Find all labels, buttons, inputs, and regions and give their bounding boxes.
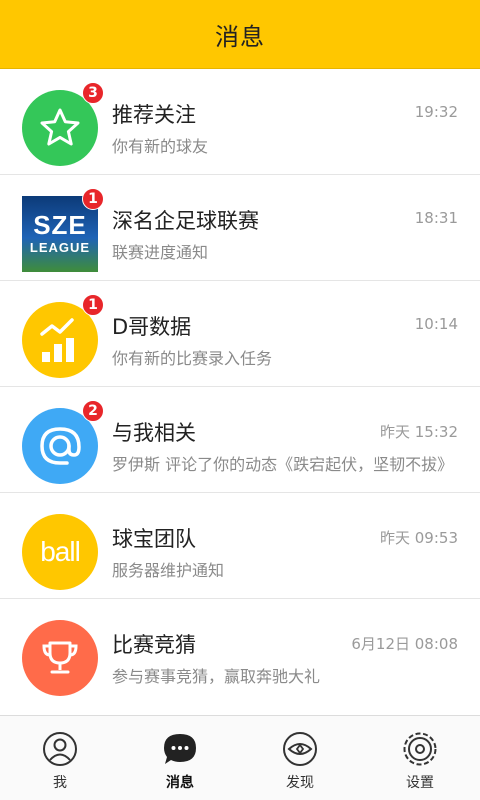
unread-badge: 3 [82,82,104,104]
tab-label: 我 [53,775,67,791]
conversation-item-mentions[interactable]: 2 与我相关 昨天 15:32 罗伊斯 评论了你的动态《跌宕起伏，坚韧不拔》 [0,387,480,493]
unread-badge: 1 [82,188,104,210]
star-icon [40,108,80,146]
ball-logo-icon: ball [40,536,81,567]
conversation-preview: 罗伊斯 评论了你的动态《跌宕起伏，坚韧不拔》 [112,455,454,474]
profile-icon [41,730,79,768]
conversation-time: 18:31 [414,209,458,227]
conversation-preview: 参与赛事竞猜，赢取奔驰大礼 [112,667,321,686]
page-title: 消息 [215,22,265,51]
conversation-time: 6月12日 08:08 [351,635,458,653]
tab-discover[interactable]: 发现 [240,716,360,800]
chat-icon [161,730,199,768]
avatar [22,620,98,696]
avatar: 1 [22,294,104,378]
unread-badge: 2 [82,400,104,422]
conversation-item-recommend[interactable]: 3 推荐关注 19:32 你有新的球友 [0,69,480,175]
conversation-item-guess[interactable]: 比赛竞猜 6月12日 08:08 参与赛事竞猜，赢取奔驰大礼 [0,599,480,704]
conversation-time: 19:32 [414,103,458,121]
avatar: SZE LEAGUE 1 [22,188,104,272]
at-icon [40,427,81,465]
conversation-time: 10:14 [414,315,458,333]
conversation-time: 昨天 15:32 [380,423,458,441]
conversation-list: 3 推荐关注 19:32 你有新的球友 SZE LEAGUE 1 深名企足球联赛… [0,69,480,704]
avatar: 2 [22,400,104,484]
conversation-preview: 你有新的比赛录入任务 [112,349,273,368]
trophy-icon [42,641,78,674]
conversation-item-league[interactable]: SZE LEAGUE 1 深名企足球联赛 18:31 联赛进度通知 [0,175,480,281]
tab-label: 设置 [406,775,434,791]
conversation-time: 昨天 09:53 [380,529,458,547]
eye-icon [281,730,319,768]
conversation-preview: 服务器维护通知 [112,561,225,580]
tab-label: 消息 [166,775,194,791]
conversation-name: 比赛竞猜 [112,633,196,657]
avatar: ball [22,514,98,590]
conversation-preview: 你有新的球友 [112,137,209,156]
avatar: 3 [22,82,104,166]
header-bar: 消息 [0,0,480,69]
conversation-name: 与我相关 [112,421,196,445]
tab-me[interactable]: 我 [0,716,120,800]
bottom-tab-bar: 我 消息 发现 设置 [0,715,480,800]
tab-label: 发现 [286,775,314,791]
conversation-name: 球宝团队 [112,527,196,551]
conversation-name: D哥数据 [112,315,192,339]
tab-settings[interactable]: 设置 [360,716,480,800]
conversation-item-team[interactable]: ball 球宝团队 昨天 09:53 服务器维护通知 [0,493,480,599]
chart-icon [40,318,74,362]
conversation-item-data[interactable]: 1 D哥数据 10:14 你有新的比赛录入任务 [0,281,480,387]
unread-badge: 1 [82,294,104,316]
conversation-preview: 联赛进度通知 [112,243,209,262]
gear-icon [401,730,439,768]
conversation-name: 推荐关注 [112,103,196,127]
tab-messages[interactable]: 消息 [120,716,240,800]
conversation-name: 深名企足球联赛 [112,209,259,233]
